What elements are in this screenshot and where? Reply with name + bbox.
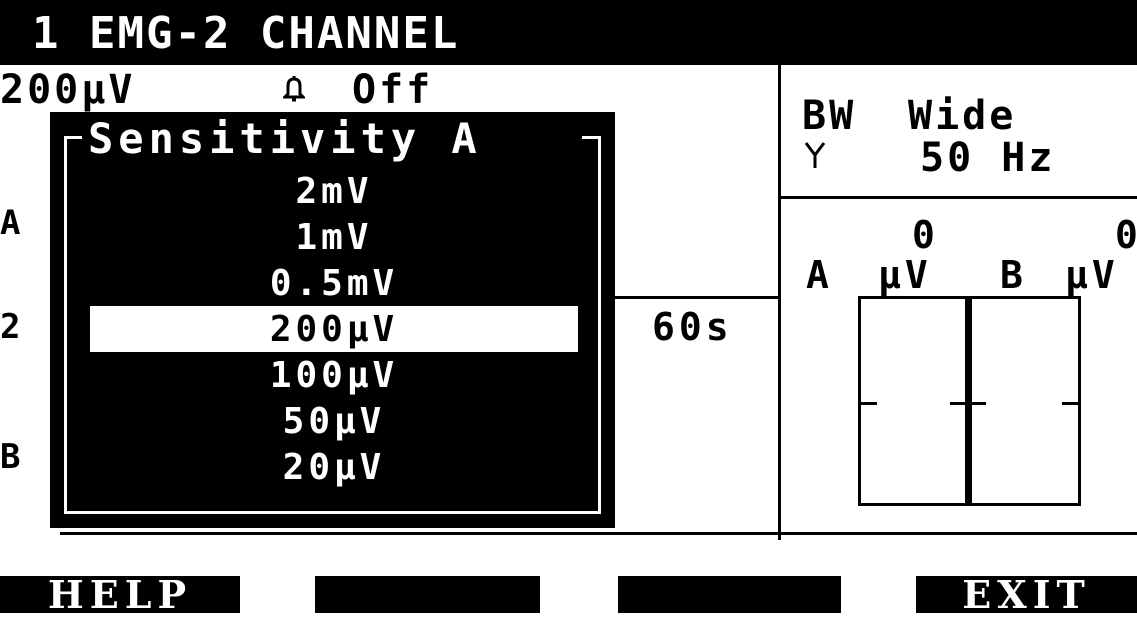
bottom-divider	[60, 532, 1137, 535]
panel-divider	[778, 62, 781, 540]
dialog-title: Sensitivity A	[88, 114, 482, 163]
meter-a-unit: µV	[878, 253, 932, 297]
channel-a-label: A	[0, 203, 21, 243]
option-50uv[interactable]: 50µV	[90, 398, 578, 444]
alarm-state: Off	[352, 67, 434, 113]
sweep-time: 60s	[652, 305, 733, 349]
sensitivity-readout: 200µV	[0, 67, 136, 113]
option-200uv[interactable]: 200µV	[90, 306, 578, 352]
option-100uv[interactable]: 100µV	[90, 352, 578, 398]
bar-center-marker	[950, 402, 986, 405]
option-0-5mv[interactable]: 0.5mV	[90, 260, 578, 306]
meter-a-value: 0	[912, 213, 939, 257]
notch-value: 50 Hz	[920, 135, 1056, 181]
bw-label: BW	[802, 93, 857, 139]
filter-divider	[778, 196, 1137, 199]
meter-b-value: 0	[1115, 213, 1137, 257]
bar-graph-divider	[965, 296, 972, 506]
window-title: 1 EMG-2 CHANNEL	[32, 8, 460, 59]
option-2mv[interactable]: 2mV	[90, 168, 578, 214]
bw-value: Wide	[908, 93, 1017, 139]
help-softkey[interactable]: HELP	[0, 572, 240, 617]
trace-divider	[600, 296, 778, 299]
notch-filter-icon	[804, 140, 826, 170]
softkey-3[interactable]	[618, 576, 841, 613]
option-20uv[interactable]: 20µV	[90, 444, 578, 490]
meter-b-label: B	[1000, 253, 1027, 297]
header-divider	[0, 62, 1137, 65]
bell-icon	[281, 74, 307, 104]
exit-softkey[interactable]: EXIT	[916, 572, 1137, 617]
meter-b-unit: µV	[1065, 253, 1119, 297]
bar-b-marker	[1062, 402, 1078, 405]
softkey-2[interactable]	[315, 576, 540, 613]
channel-b-label: B	[0, 437, 21, 477]
meter-a-label: A	[806, 253, 833, 297]
channel-2-label: 2	[0, 307, 21, 347]
option-1mv[interactable]: 1mV	[90, 214, 578, 260]
bar-a-marker	[861, 402, 877, 405]
